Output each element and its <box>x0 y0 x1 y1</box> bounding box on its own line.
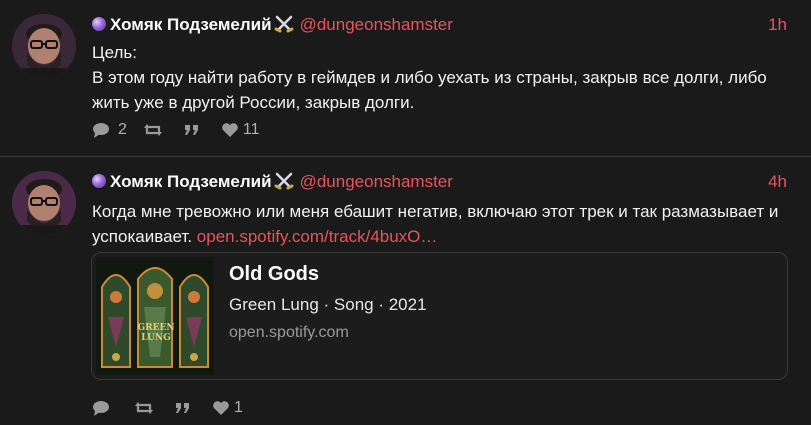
boost-button[interactable] <box>134 400 158 416</box>
crossed-swords-icon <box>274 15 294 33</box>
album-cover-text: GREEN LUNG <box>137 323 175 343</box>
quote-button[interactable] <box>174 400 196 416</box>
author-name[interactable]: Хомяк Подземелий <box>110 15 272 34</box>
post-link[interactable]: open.spotify.com/track/4buxO… <box>197 227 438 246</box>
crystal-ball-icon <box>92 174 106 188</box>
crossed-swords-icon <box>274 172 294 190</box>
comments-icon <box>92 399 114 417</box>
like-count: 11 <box>242 121 260 138</box>
card-title: Old Gods <box>229 263 319 285</box>
album-cover: GREEN LUNG <box>96 257 214 375</box>
post-time[interactable]: 1h <box>768 14 787 36</box>
comments-icon <box>92 121 114 139</box>
crystal-ball-icon <box>92 17 106 31</box>
author-handle[interactable]: @dungeonshamster <box>300 172 453 191</box>
post-actions: 1 <box>92 397 259 419</box>
quote-icon <box>174 400 192 416</box>
heart-icon <box>212 400 230 416</box>
reply-button[interactable]: 2 <box>92 121 127 139</box>
post-text: Когда мне тревожно или меня ебашит негат… <box>92 199 787 249</box>
like-button[interactable]: 1 <box>212 399 243 417</box>
author-handle[interactable]: @dungeonshamster <box>300 15 453 34</box>
quote-icon <box>183 122 201 138</box>
boost-button[interactable] <box>143 122 167 138</box>
post: Хомяк Подземелий @dungeonshamster 4h Когд… <box>0 157 811 425</box>
reply-count: 2 <box>118 121 127 138</box>
boost-icon <box>143 122 163 138</box>
quote-button[interactable] <box>183 122 205 138</box>
author-name[interactable]: Хомяк Подземелий <box>110 172 272 191</box>
card-subtitle: Green Lung · Song · 2021 <box>229 295 427 314</box>
like-button[interactable]: 11 <box>221 121 260 139</box>
avatar[interactable] <box>12 171 76 235</box>
card-domain: open.spotify.com <box>229 324 349 341</box>
reply-button[interactable] <box>92 399 118 417</box>
post: Хомяк Подземелий @dungeonshamster 1h Цель… <box>0 0 811 156</box>
like-count: 1 <box>234 399 243 416</box>
boost-icon <box>134 400 154 416</box>
heart-icon <box>221 122 239 138</box>
link-preview-card[interactable]: GREEN LUNG Old Gods Green Lung · Song · … <box>91 252 788 380</box>
avatar[interactable] <box>12 14 76 78</box>
post-header: Хомяк Подземелий @dungeonshamster 1h <box>92 14 787 36</box>
post-header: Хомяк Подземелий @dungeonshamster 4h <box>92 171 787 193</box>
post-text: Цель: В этом году найти работу в геймдев… <box>92 43 767 112</box>
post-time[interactable]: 4h <box>768 171 787 193</box>
post-actions: 2 11 <box>92 119 276 141</box>
